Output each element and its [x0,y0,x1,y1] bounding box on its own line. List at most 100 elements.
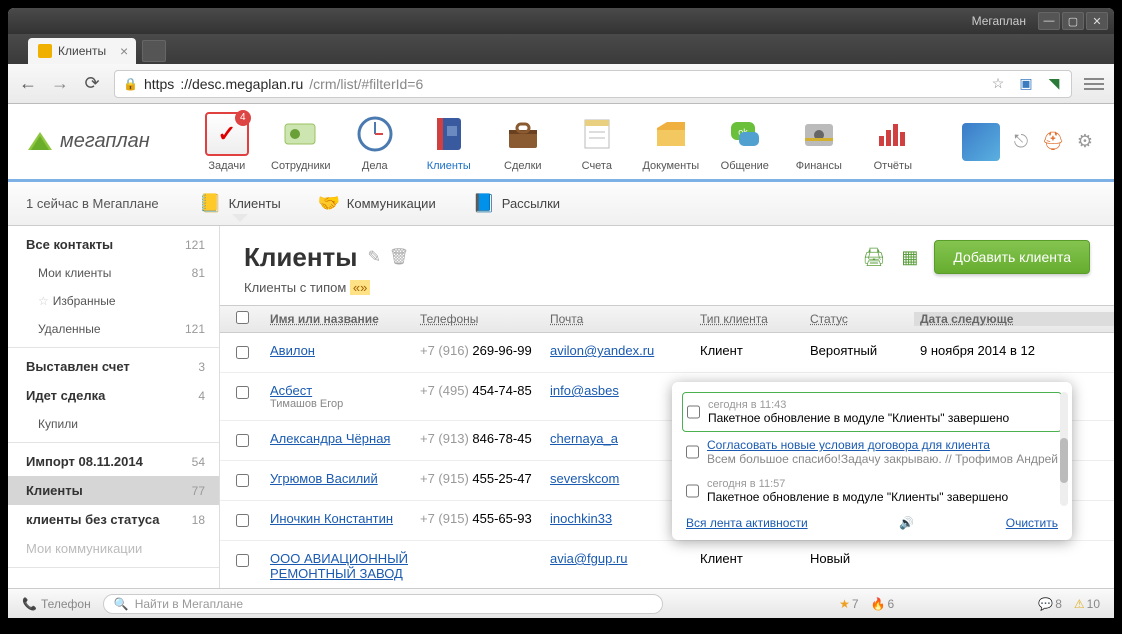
client-mail-link[interactable]: chernaya_a [550,431,618,446]
app-logo[interactable]: мегаплан [26,128,150,156]
notification-item[interactable]: сегодня в 11:43 Пакетное обновление в мо… [682,392,1062,432]
col-phone[interactable]: Телефоны [420,312,478,326]
notification-item[interactable]: Согласовать новые условия договора для к… [682,432,1062,472]
notification-checkbox[interactable] [687,399,700,425]
browser-menu-button[interactable] [1084,74,1104,94]
col-mail[interactable]: Почта [550,312,583,326]
subtab-communications[interactable]: 🤝 Коммуникации [313,192,440,216]
help-icon[interactable]: ⛑ [1042,131,1064,153]
add-client-button[interactable]: Добавить клиента [934,240,1090,274]
module-employees[interactable]: Сотрудники [264,112,338,172]
client-mail-link[interactable]: info@asbes [550,383,619,398]
client-name-link[interactable]: Александра Чёрная [270,431,390,446]
alert-counter[interactable]: ⚠10 [1074,597,1100,611]
client-mail-link[interactable]: avilon@yandex.ru [550,343,654,358]
sidebar-item[interactable]: Импорт 08.11.201454 [8,447,219,476]
browser-tab[interactable]: Клиенты × [28,38,136,64]
client-mail-link[interactable]: inochkin33 [550,511,612,526]
client-name-link[interactable]: Иночкин Константин [270,511,393,526]
row-checkbox[interactable] [236,386,249,399]
module-nav: 4 Задачи Сотрудники Дела Клиенты Сделки [190,112,962,172]
excel-icon[interactable]: ▦ [901,247,918,268]
col-status[interactable]: Статус [810,312,848,326]
row-checkbox[interactable] [236,514,249,527]
col-name[interactable]: Имя или название [270,312,379,326]
forward-button[interactable]: → [50,74,70,94]
book-icon: 📒 [199,192,223,216]
subtab-mailings[interactable]: 📘 Рассылки [468,192,564,216]
notification-checkbox[interactable] [686,478,699,504]
module-chat[interactable]: ok Общение [708,112,782,172]
clear-link[interactable]: Очистить [1006,516,1058,530]
sidebar-item[interactable]: Выставлен счет3 [8,352,219,381]
module-finance[interactable]: Финансы [782,112,856,172]
client-name-link[interactable]: Асбест [270,383,312,398]
module-documents[interactable]: Документы [634,112,708,172]
chat-counter[interactable]: 💬8 [1038,597,1062,611]
module-tasks[interactable]: 4 Задачи [190,112,264,172]
user-avatar[interactable] [962,123,1000,161]
module-clients[interactable]: Клиенты [412,112,486,172]
sidebar-item[interactable]: Удаленные121 [8,315,219,343]
window-close-button[interactable]: ✕ [1086,12,1108,30]
edit-icon[interactable]: ✎ [367,247,380,267]
module-invoices[interactable]: Счета [560,112,634,172]
window-maximize-button[interactable]: ▢ [1062,12,1084,30]
print-icon[interactable]: 🖨 [863,247,886,268]
lock-icon: 🔒 [123,77,138,91]
activity-feed-link[interactable]: Вся лента активности [686,516,808,530]
favorites-counter[interactable]: ★7 [839,597,858,611]
global-search-input[interactable]: 🔍 Найти в Мегаплане [103,594,663,614]
browser-tabstrip: Клиенты × [8,34,1114,64]
notification-checkbox[interactable] [686,438,699,466]
client-name-link[interactable]: ООО АВИАЦИОННЫЙ РЕМОНТНЫЙ ЗАВОД [270,551,408,581]
hot-counter[interactable]: 🔥6 [871,597,895,611]
search-icon: 🔍 [114,597,129,611]
client-name-link[interactable]: Авилон [270,343,315,358]
select-all-checkbox[interactable] [236,311,249,324]
table-row[interactable]: ООО АВИАЦИОННЫЙ РЕМОНТНЫЙ ЗАВОД avia@fgup… [220,541,1114,588]
popup-scrollbar[interactable] [1060,392,1068,506]
col-date[interactable]: Дата следующе [920,312,1013,326]
sidebar-item[interactable]: Купили [8,410,219,438]
sound-icon[interactable]: 🔊 [899,516,914,530]
sidebar-item[interactable]: Клиенты77 [8,476,219,505]
module-deals[interactable]: Дела [338,112,412,172]
trash-icon[interactable]: 🗑 [389,247,409,267]
tab-close-icon[interactable]: × [120,43,128,59]
col-type[interactable]: Тип клиента [700,312,768,326]
sidebar-item[interactable]: Идет сделка4 [8,381,219,410]
notifications-popup: сегодня в 11:43 Пакетное обновление в мо… [672,382,1072,540]
subtab-clients[interactable]: 📒 Клиенты [195,192,285,216]
star-icon[interactable]: ☆ [989,75,1007,93]
module-trades[interactable]: Сделки [486,112,560,172]
sidebar-item[interactable]: Все контакты121 [8,230,219,259]
extension-icon[interactable]: ◥ [1045,75,1063,93]
url-host: ://desc.megaplan.ru [180,76,303,92]
client-name-link[interactable]: Угрюмов Василий [270,471,378,486]
sidebar-item[interactable]: Мои коммуникации [8,534,219,563]
notification-item[interactable]: сегодня в 11:57 Пакетное обновление в мо… [682,472,1062,510]
new-tab-button[interactable] [142,40,166,62]
settings-gear-icon[interactable]: ⚙ [1074,131,1096,153]
phone-widget[interactable]: 📞 Телефон [22,597,91,611]
back-button[interactable]: ← [18,74,38,94]
row-checkbox[interactable] [236,474,249,487]
client-mail-link[interactable]: avia@fgup.ru [550,551,628,566]
table-row[interactable]: Авилон+7 (916) 269-96-99avilon@yandex.ru… [220,333,1114,373]
client-mail-link[interactable]: severskcom [550,471,619,486]
crop-icon[interactable]: ▣ [1017,75,1035,93]
sidebar-item[interactable]: Мои клиенты81 [8,259,219,287]
row-checkbox[interactable] [236,554,249,567]
url-path: /crm/list/#filterId=6 [309,76,423,92]
module-reports[interactable]: Отчёты [856,112,930,172]
exit-icon[interactable]: ⎋ [1010,131,1032,153]
row-checkbox[interactable] [236,434,249,447]
reload-button[interactable]: ⟳ [82,74,102,94]
mailbox-icon: 📘 [472,192,496,216]
window-minimize-button[interactable]: — [1038,12,1060,30]
sidebar-item[interactable]: клиенты без статуса18 [8,505,219,534]
url-input[interactable]: 🔒 https://desc.megaplan.ru/crm/list/#fil… [114,70,1072,98]
row-checkbox[interactable] [236,346,249,359]
sidebar-item[interactable]: ☆Избранные [8,287,219,315]
